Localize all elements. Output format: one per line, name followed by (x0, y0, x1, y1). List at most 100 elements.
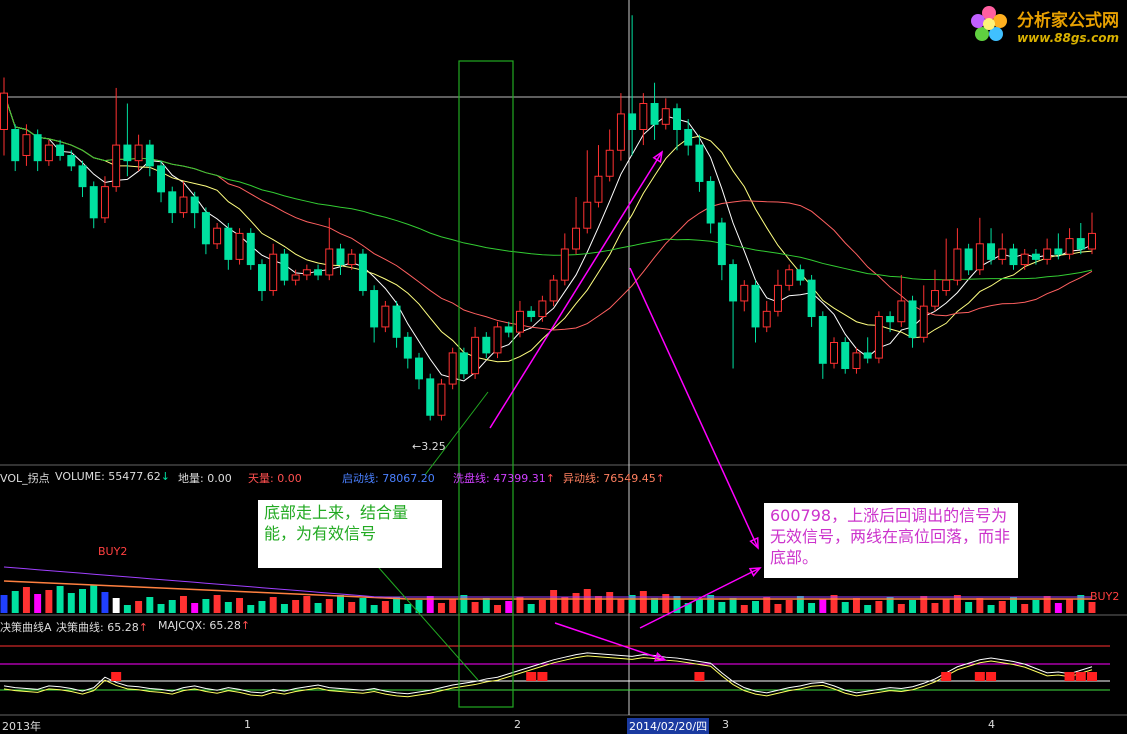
candle-body (515, 310, 524, 333)
logo-title: 分析家公式网 (1017, 11, 1119, 31)
axis-month-1: 1 (244, 718, 251, 731)
candle-body (527, 310, 536, 318)
volume-bar (168, 600, 176, 613)
volume-bar (572, 593, 580, 613)
volume-bar (976, 598, 984, 613)
candle-body (538, 300, 547, 318)
volume-bar (146, 597, 154, 613)
candle-body (157, 165, 166, 193)
candle-body (908, 300, 917, 338)
ma60-line (3, 92, 1093, 281)
signal-marker (1064, 672, 1075, 681)
candle-body (695, 144, 704, 182)
volume-bar (550, 590, 558, 613)
candle-body (560, 248, 569, 281)
candle-body (426, 378, 435, 416)
price-low-label: ←3.25 (412, 440, 446, 453)
volume-bar (830, 595, 838, 613)
volume-bar (325, 599, 333, 613)
volume-bar (965, 602, 973, 613)
volume-bar (269, 597, 277, 613)
volume-bar (370, 605, 378, 613)
candle-body (67, 154, 76, 167)
buy-label-2: BUY2 (1090, 590, 1120, 603)
volume-bar (11, 591, 19, 613)
volume-bar (224, 602, 232, 613)
candle-body (1076, 238, 1085, 250)
volume-bar (45, 590, 53, 613)
volume-bar (628, 595, 636, 613)
candle-body (258, 264, 266, 292)
volume-bar (583, 589, 591, 613)
candle-body (471, 336, 480, 375)
candle-body (370, 290, 379, 328)
volume-bar (101, 592, 109, 613)
volume-bar (359, 598, 367, 613)
candle-body (392, 305, 401, 338)
candle-body (235, 232, 244, 260)
candle-body (437, 383, 446, 416)
decision-b-text: 决策曲线: 65.28 (56, 621, 139, 634)
volume-bar (639, 591, 647, 613)
candle-body (549, 279, 558, 302)
volume-bar (707, 595, 715, 613)
volume-bar (494, 605, 502, 613)
vol-earth: 地量: 0.00 (178, 472, 232, 485)
volume-bar (998, 601, 1006, 613)
price-low-value: 3.25 (421, 440, 446, 453)
valid-signal-pointer (371, 559, 479, 681)
decision-c-text: MAJCQX: 65.28 (158, 619, 241, 632)
candle-body (628, 113, 637, 130)
volume-bar (449, 599, 457, 613)
candle-body (347, 253, 356, 266)
volume-bar (0, 595, 8, 613)
signal-marker (1087, 672, 1097, 681)
volume-bar (213, 595, 221, 613)
vol-anomaly-text: 异动线: 76549.45 (563, 472, 656, 485)
candle-body (325, 248, 334, 276)
volume-bar (460, 595, 468, 613)
volume-bar (471, 602, 479, 613)
volume-bar (280, 604, 288, 613)
candle-body (1088, 232, 1096, 250)
volume-bar (236, 598, 244, 613)
volume-bar (819, 599, 827, 613)
volume-bar (393, 597, 401, 613)
candle-body (1065, 238, 1074, 255)
signal-marker (986, 672, 997, 681)
candle-body (493, 326, 502, 354)
volume-bar (348, 602, 356, 613)
volume-bar (1032, 600, 1040, 613)
volume-bar (56, 586, 64, 613)
candle-body (919, 305, 928, 338)
vol-sky: 天量: 0.00 (248, 472, 302, 485)
candle-body (639, 103, 648, 130)
volume-bar (79, 589, 86, 613)
candle-body (314, 269, 323, 276)
candle-body (246, 232, 255, 266)
candle-body (583, 201, 592, 229)
volume-bar (437, 603, 445, 613)
candle-body (650, 103, 659, 125)
candle-body (482, 336, 491, 354)
candle-body (998, 248, 1007, 260)
candle-body (729, 264, 738, 302)
flower-logo-icon (971, 6, 1007, 41)
candle-body (942, 279, 951, 292)
candle-body (448, 352, 457, 385)
candle-body (291, 274, 300, 281)
volume-bar (1077, 595, 1085, 613)
candle-body (190, 196, 199, 214)
volume-bar (987, 605, 995, 613)
candle-body (134, 144, 143, 162)
candle-body (964, 248, 973, 271)
candle-body (44, 144, 53, 162)
rise-arrow-head (652, 150, 664, 164)
volume-bar (1088, 602, 1096, 613)
candle-body (818, 316, 827, 364)
candle-body (415, 357, 423, 380)
axis-month-3: 3 (722, 718, 729, 731)
volume-bar (202, 599, 210, 613)
note-invalid-signal: 600798，上涨后回调出的信号为无效信号，两线在高位回落，而非底部。 (764, 503, 1018, 578)
volume-bar (852, 598, 860, 613)
